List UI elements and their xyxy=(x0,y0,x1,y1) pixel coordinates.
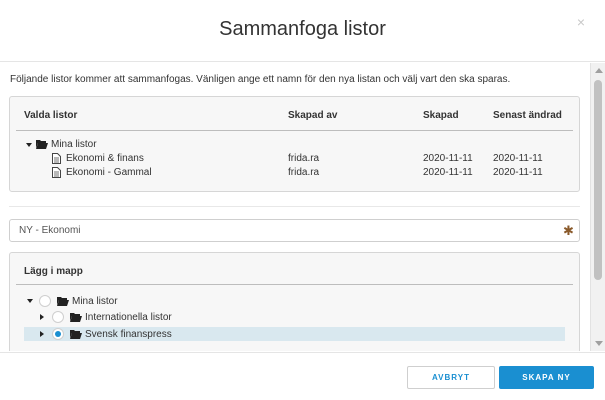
header-divider xyxy=(16,130,573,131)
folder-radio-selected[interactable] xyxy=(52,328,64,340)
tree-folder-label[interactable]: Mina listor xyxy=(51,139,97,150)
modal-body: Följande listor kommer att sammanfogas. … xyxy=(0,63,590,351)
scroll-up-icon[interactable] xyxy=(595,68,603,73)
folder-label: Internationella listor xyxy=(85,312,172,323)
folder-label: Mina listor xyxy=(72,296,118,307)
modal-header: Sammanfoga listor × xyxy=(0,0,605,62)
list-created-by: frida.ra xyxy=(288,167,320,178)
folder-picker-divider xyxy=(16,284,573,285)
folder-open-icon xyxy=(70,330,82,339)
document-icon xyxy=(52,167,61,178)
list-modified: 2020-11-11 xyxy=(493,153,543,164)
merge-lists-modal: Sammanfoga listor × Följande listor komm… xyxy=(0,0,605,400)
list-name: Ekonomi - Gammal xyxy=(66,167,152,178)
required-icon: ✱ xyxy=(563,223,574,238)
list-name: Ekonomi & finans xyxy=(66,153,144,164)
folder-picker-panel: Lägg i mapp Mina listor Internationella … xyxy=(9,252,580,351)
folder-picker-title: Lägg i mapp xyxy=(24,266,83,277)
folder-label: Svensk finanspress xyxy=(85,329,172,340)
intro-text: Följande listor kommer att sammanfogas. … xyxy=(10,74,511,85)
list-created: 2020-11-11 xyxy=(423,167,473,178)
header-created: Skapad xyxy=(423,110,459,121)
close-icon[interactable]: × xyxy=(577,14,585,30)
modal-footer: AVBRYT SKAPA NY xyxy=(0,352,605,400)
list-created-by: frida.ra xyxy=(288,153,320,164)
caret-down-icon[interactable] xyxy=(27,299,33,303)
caret-right-icon[interactable] xyxy=(40,314,44,320)
folder-open-icon xyxy=(36,140,48,149)
folder-radio[interactable] xyxy=(52,311,64,323)
caret-down-icon[interactable] xyxy=(26,143,32,147)
header-modified: Senast ändrad xyxy=(493,110,562,121)
folder-radio[interactable] xyxy=(39,295,51,307)
header-name: Valda listor xyxy=(24,110,78,121)
list-modified: 2020-11-11 xyxy=(493,167,543,178)
folder-open-icon xyxy=(57,297,69,306)
cancel-button[interactable]: AVBRYT xyxy=(407,366,495,389)
document-icon xyxy=(52,153,61,164)
new-list-name-input[interactable] xyxy=(9,219,580,242)
header-created-by: Skapad av xyxy=(288,110,338,121)
scroll-down-icon[interactable] xyxy=(595,341,603,346)
create-button[interactable]: SKAPA NY xyxy=(499,366,594,389)
caret-right-icon[interactable] xyxy=(40,331,44,337)
scrollbar-thumb[interactable] xyxy=(594,80,602,280)
selected-lists-panel: Valda listor Skapad av Skapad Senast änd… xyxy=(9,96,580,192)
modal-title: Sammanfoga listor xyxy=(219,18,386,40)
section-divider xyxy=(9,206,580,207)
list-created: 2020-11-11 xyxy=(423,153,473,164)
folder-open-icon xyxy=(70,313,82,322)
scrollbar[interactable] xyxy=(590,63,605,351)
